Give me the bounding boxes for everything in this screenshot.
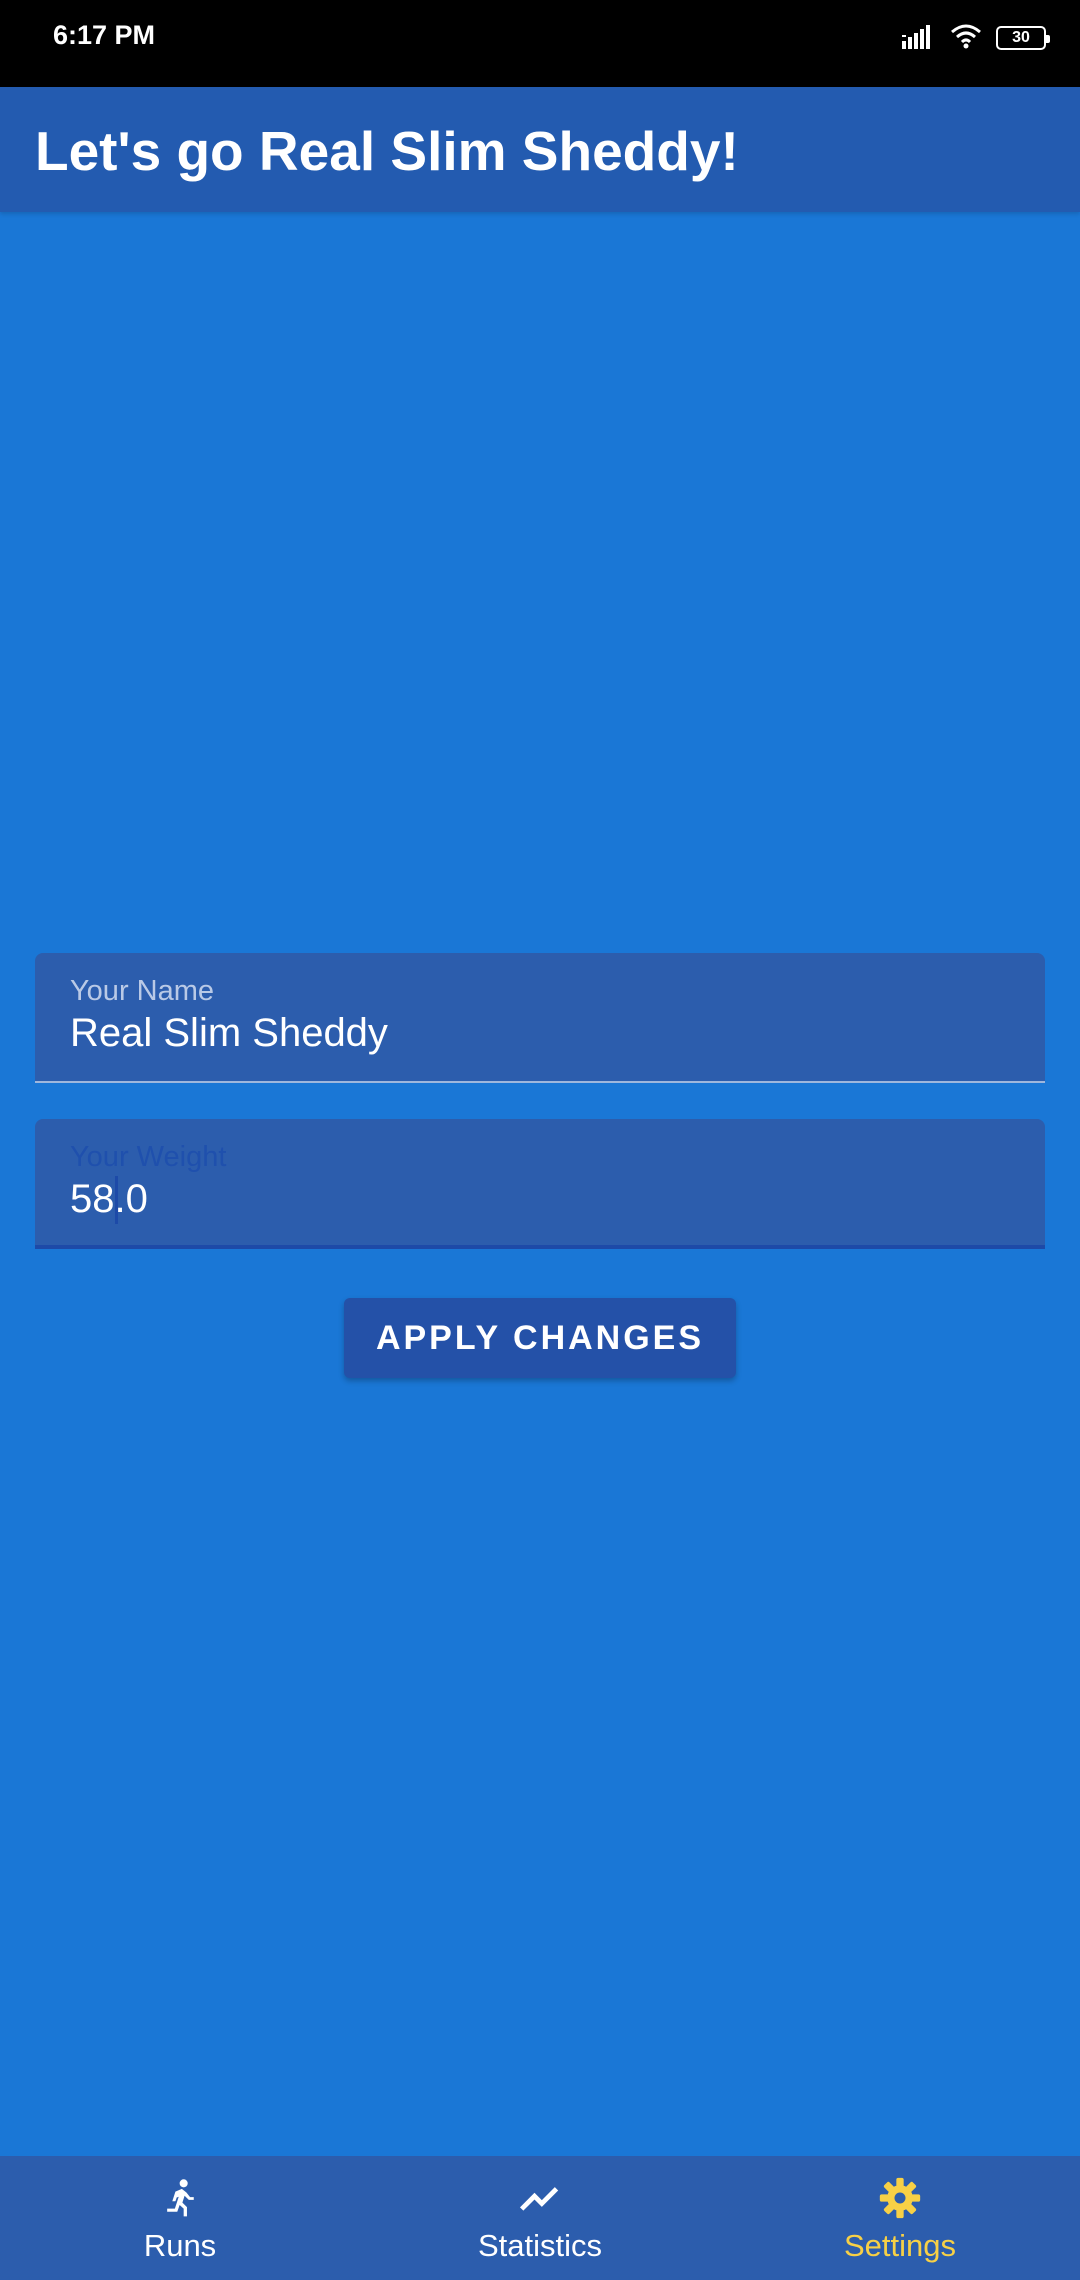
- apply-changes-button[interactable]: APPLY CHANGES: [344, 1298, 736, 1378]
- nav-label-statistics: Statistics: [477, 2228, 603, 2263]
- text-cursor: [115, 1176, 118, 1224]
- nav-label-runs: Runs: [143, 2228, 217, 2263]
- name-field-value[interactable]: Real Slim Sheddy: [70, 1011, 388, 1056]
- name-field-label: Your Name: [70, 975, 215, 1007]
- bottom-nav: Runs Statistics Settings: [0, 2156, 1080, 2280]
- nav-item-settings[interactable]: Settings: [720, 2156, 1080, 2280]
- battery-icon: 30: [996, 26, 1050, 50]
- weight-field-label: Your Weight: [70, 1141, 227, 1173]
- wifi-icon: [950, 23, 982, 54]
- status-icons: 30: [902, 22, 1050, 54]
- status-bar: 6:17 PM 30: [0, 0, 1080, 87]
- page-title: Let's go Real Slim Sheddy!: [35, 120, 739, 182]
- nav-label-settings: Settings: [843, 2228, 956, 2263]
- status-time: 6:17 PM: [53, 20, 156, 50]
- name-field[interactable]: Your Name Real Slim Sheddy: [35, 953, 1045, 1083]
- nav-item-statistics[interactable]: Statistics: [360, 2156, 720, 2280]
- weight-field-value[interactable]: 58.0: [70, 1177, 148, 1222]
- nav-item-runs[interactable]: Runs: [0, 2156, 360, 2280]
- signal-icon: [902, 23, 936, 54]
- app-bar: Let's go Real Slim Sheddy!: [0, 87, 1080, 212]
- weight-field[interactable]: Your Weight 58.0: [35, 1119, 1045, 1249]
